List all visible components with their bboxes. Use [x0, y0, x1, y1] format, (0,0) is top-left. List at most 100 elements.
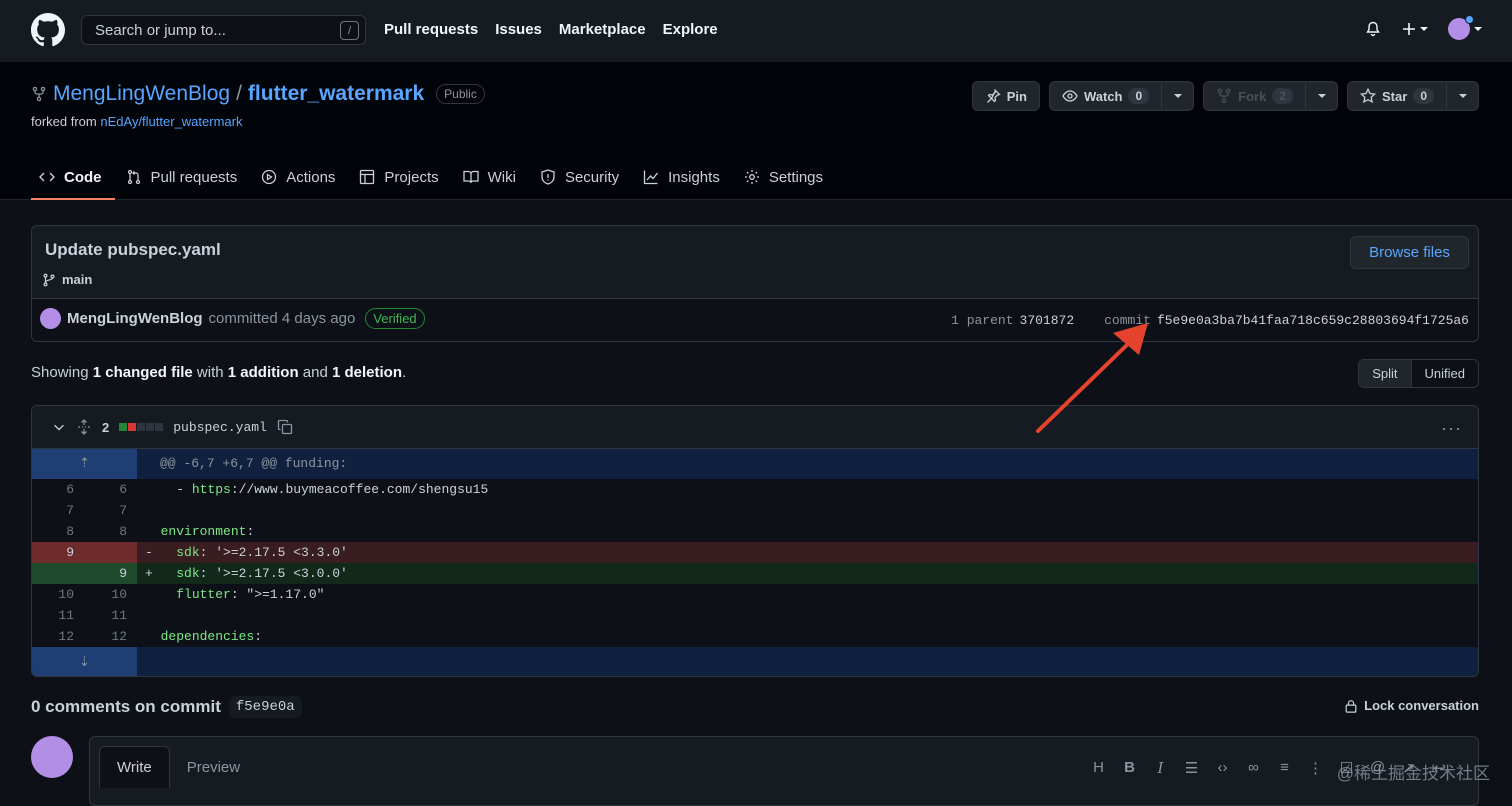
fork-dropdown[interactable]	[1305, 82, 1337, 110]
star-button[interactable]: Star 0	[1347, 81, 1479, 111]
old-line-number[interactable]: 9	[32, 542, 84, 563]
nav-issues[interactable]: Issues	[495, 21, 542, 38]
user-menu[interactable]	[1448, 15, 1482, 40]
fork-label: Fork	[1238, 88, 1267, 104]
heading-icon[interactable]: H	[1090, 759, 1107, 777]
pin-icon	[986, 89, 1001, 103]
tab-pull-requests[interactable]: Pull requests	[118, 154, 251, 200]
preview-tab[interactable]: Preview	[170, 746, 257, 788]
pin-button[interactable]: Pin	[971, 81, 1040, 111]
lock-conversation-button[interactable]: Lock conversation	[1344, 698, 1479, 713]
yaml-key: environment	[160, 524, 247, 539]
repo-header: MengLingWenBlog / flutter_watermark Publ…	[0, 62, 1512, 200]
unified-button[interactable]: Unified	[1412, 360, 1478, 387]
watch-dropdown[interactable]	[1161, 82, 1193, 110]
verified-badge[interactable]: Verified	[365, 308, 425, 329]
context-line: 66 - https://www.buymeacoffee.com/shengs…	[32, 479, 1478, 500]
repo-owner-link[interactable]: MengLingWenBlog	[53, 82, 230, 106]
tab-security[interactable]: Security	[532, 154, 632, 200]
new-line-number[interactable]: 6	[84, 479, 137, 500]
code-icon	[39, 172, 55, 182]
link-icon[interactable]: ∞	[1245, 759, 1262, 777]
tab-wiki[interactable]: Wiki	[455, 154, 529, 200]
author-avatar[interactable]	[40, 308, 61, 329]
chevron-down-icon[interactable]	[52, 420, 66, 434]
nav-pull-requests[interactable]: Pull requests	[384, 21, 478, 38]
tab-insights[interactable]: Insights	[635, 154, 733, 200]
summary-changed: 1 changed file	[92, 364, 193, 381]
forked-from-link[interactable]: nEdAy/flutter_watermark	[100, 114, 242, 129]
new-line-number[interactable]: 8	[84, 521, 137, 542]
file-name-link[interactable]: pubspec.yaml	[173, 420, 267, 435]
old-line-number[interactable]: 11	[32, 605, 84, 626]
nav-explore[interactable]: Explore	[663, 21, 718, 38]
unordered-list-icon[interactable]: ≡	[1276, 759, 1293, 777]
new-line-number[interactable]: 11	[84, 605, 137, 626]
hunk-header: ⇡ @@ -6,7 +6,7 @@ funding:	[32, 449, 1478, 479]
current-user-avatar[interactable]	[31, 736, 73, 778]
tab-actions[interactable]: Actions	[253, 154, 348, 200]
diff-sign	[145, 629, 161, 644]
tab-settings[interactable]: Settings	[736, 154, 836, 200]
old-line-number[interactable]: 7	[32, 500, 84, 521]
repo-actions: Pin Watch 0 Fork 2 Star 0	[971, 81, 1479, 111]
repo-name-link[interactable]: flutter_watermark	[248, 82, 424, 106]
new-line-number[interactable]	[84, 542, 137, 563]
bell-icon[interactable]	[1365, 21, 1381, 37]
commit-branch[interactable]: main	[42, 272, 92, 287]
summary-prefix: Showing	[31, 364, 89, 381]
parent-sha-link[interactable]: 3701872	[1020, 313, 1075, 328]
tab-code[interactable]: Code	[31, 154, 115, 200]
commit-author[interactable]: MengLingWenBlog	[67, 310, 203, 327]
create-new-button[interactable]	[1401, 21, 1428, 37]
italic-icon[interactable]: I	[1152, 759, 1169, 777]
bold-icon[interactable]: B	[1121, 759, 1138, 777]
parent-label: 1 parent	[951, 313, 1014, 328]
caret-down-icon	[1173, 94, 1182, 98]
old-line-number[interactable]: 8	[32, 521, 84, 542]
context-line: 88 environment:	[32, 521, 1478, 542]
unfold-icon[interactable]	[76, 419, 92, 435]
star-dropdown[interactable]	[1446, 82, 1478, 110]
old-line-number[interactable]: 10	[32, 584, 84, 605]
code-icon[interactable]: ‹›	[1214, 759, 1231, 777]
watch-label: Watch	[1083, 88, 1123, 104]
diff-sign: -	[145, 545, 161, 560]
search-input[interactable]: Search or jump to... /	[81, 15, 366, 45]
watermark: @稀土掘金技术社区	[1336, 764, 1490, 783]
diff-sign	[145, 524, 161, 539]
split-button[interactable]: Split	[1359, 360, 1412, 387]
new-line-number[interactable]: 7	[84, 500, 137, 521]
kebab-horizontal-icon[interactable]: ···	[1441, 418, 1462, 439]
github-logo-icon[interactable]	[31, 13, 65, 47]
commit-label: commit	[1104, 313, 1151, 328]
summary-deletions: 1 deletion	[332, 364, 403, 381]
new-line-number[interactable]: 12	[84, 626, 137, 647]
repo-title: MengLingWenBlog / flutter_watermark Publ…	[31, 82, 485, 106]
quote-icon[interactable]: ☰	[1183, 759, 1200, 777]
write-tab[interactable]: Write	[99, 746, 170, 788]
file-header: 2 pubspec.yaml ···	[32, 406, 1478, 449]
expand-down-icon[interactable]: ⇣	[32, 647, 137, 676]
tab-label: Actions	[286, 168, 336, 186]
old-line-number[interactable]: 12	[32, 626, 84, 647]
new-line-number[interactable]: 10	[84, 584, 137, 605]
old-line-number[interactable]: 6	[32, 479, 84, 500]
watch-button[interactable]: Watch 0	[1048, 81, 1195, 111]
browse-files-button[interactable]: Browse files	[1350, 236, 1469, 269]
summary-with: with	[196, 364, 224, 381]
change-count: 2	[102, 419, 110, 435]
expand-up-icon[interactable]: ⇡	[32, 449, 137, 479]
yaml-key: sdk	[176, 545, 200, 560]
old-line-number[interactable]	[32, 563, 84, 584]
deleted-line: 9 - sdk: '>=2.17.5 <3.3.0'	[32, 542, 1478, 563]
diff-sign	[145, 482, 161, 497]
ordered-list-icon[interactable]: ⋮	[1307, 759, 1324, 777]
new-line-number[interactable]: 9	[84, 563, 137, 584]
nav-marketplace[interactable]: Marketplace	[559, 21, 646, 38]
tab-projects[interactable]: Projects	[351, 154, 451, 200]
copy-icon[interactable]	[277, 419, 293, 435]
diff-sign	[145, 503, 161, 518]
fork-button[interactable]: Fork 2	[1203, 81, 1339, 111]
